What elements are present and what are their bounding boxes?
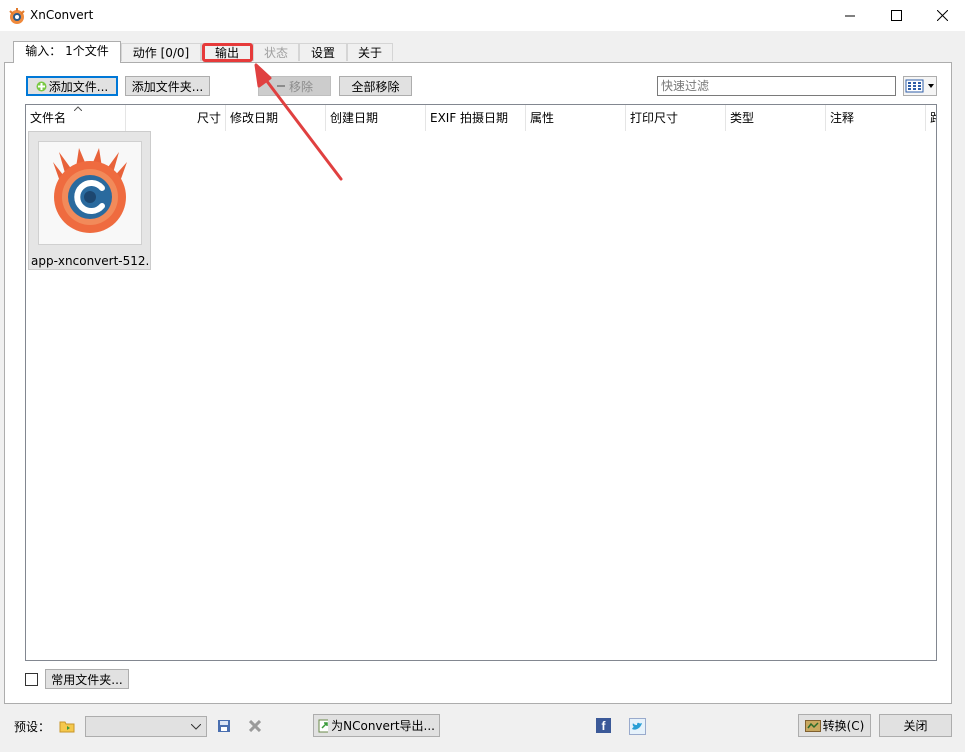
export-icon [318,719,329,732]
add-files-button[interactable]: 添加文件... [26,76,118,96]
save-preset-button[interactable] [215,717,233,735]
open-folder-icon [59,721,75,733]
convert-icon [804,719,821,732]
tab-actions[interactable]: 动作 [0/0] [121,43,201,61]
favorite-folders-button[interactable]: 常用文件夹... [45,669,129,689]
column-created-date[interactable]: 创建日期 [326,105,426,131]
delete-preset-button[interactable] [246,717,264,735]
twitter-button[interactable] [629,718,646,735]
facebook-button[interactable]: f [596,718,611,733]
file-list-header: 文件名 尺寸 修改日期 创建日期 EXIF 拍摄日期 属性 打印尺寸 类型 注释… [26,105,936,131]
minimize-icon [844,15,855,17]
column-comment[interactable]: 注释 [826,105,926,131]
tab-about[interactable]: 关于 [347,43,393,61]
xnconvert-logo-icon [9,8,25,24]
save-icon [218,720,230,732]
minimize-button[interactable] [827,0,873,31]
maximize-button[interactable] [873,0,919,31]
add-folder-button[interactable]: 添加文件夹... [125,76,210,96]
sort-ascending-icon [74,106,82,111]
column-exif-date[interactable]: EXIF 拍摄日期 [426,105,526,131]
tab-status[interactable]: 状态 [253,43,299,61]
remove-all-button[interactable]: 全部移除 [339,76,412,96]
quick-filter-input[interactable]: 快速过滤 [657,76,896,96]
twitter-icon [632,722,642,730]
close-dialog-button[interactable]: 关闭 [879,714,952,737]
title-bar: XnConvert [0,0,965,31]
column-type[interactable]: 类型 [726,105,826,131]
preset-select[interactable] [85,716,207,737]
column-size[interactable]: 尺寸 [126,105,226,131]
view-mode-button[interactable] [903,76,937,96]
minus-icon [276,85,285,87]
tab-settings[interactable]: 设置 [299,43,347,61]
export-nconvert-button[interactable]: 为NConvert导出... [313,714,440,737]
tab-input[interactable]: 输入： 1个文件 [13,41,121,63]
column-modified-date[interactable]: 修改日期 [226,105,326,131]
remove-button[interactable]: 移除 [258,76,331,96]
file-name-label: app-xnconvert-512... [31,254,150,268]
column-path[interactable]: 路 [926,105,936,131]
xnconvert-logo-icon [53,148,127,233]
file-thumbnail-image [38,141,142,245]
column-attributes[interactable]: 属性 [526,105,626,131]
plus-icon [36,81,47,91]
output-tab-highlight [202,43,253,62]
grid-view-icon [905,79,934,93]
chevron-down-icon [191,724,201,730]
close-icon [936,10,948,21]
delete-icon [249,720,261,732]
preset-label: 预设： [14,720,51,734]
dropdown-arrow-icon [928,84,934,88]
file-list[interactable]: 文件名 尺寸 修改日期 创建日期 EXIF 拍摄日期 属性 打印尺寸 类型 注释… [25,104,937,661]
column-print-size[interactable]: 打印尺寸 [626,105,726,131]
favorites-checkbox[interactable] [25,673,38,686]
column-filename[interactable]: 文件名 [26,105,126,131]
facebook-icon: f [601,718,606,733]
close-button[interactable] [919,0,965,31]
open-preset-button[interactable] [58,717,76,735]
convert-button[interactable]: 转换(C) [798,714,871,737]
maximize-icon [890,10,902,21]
file-thumbnail-item[interactable]: app-xnconvert-512... [28,131,151,270]
window-title: XnConvert [30,8,94,22]
